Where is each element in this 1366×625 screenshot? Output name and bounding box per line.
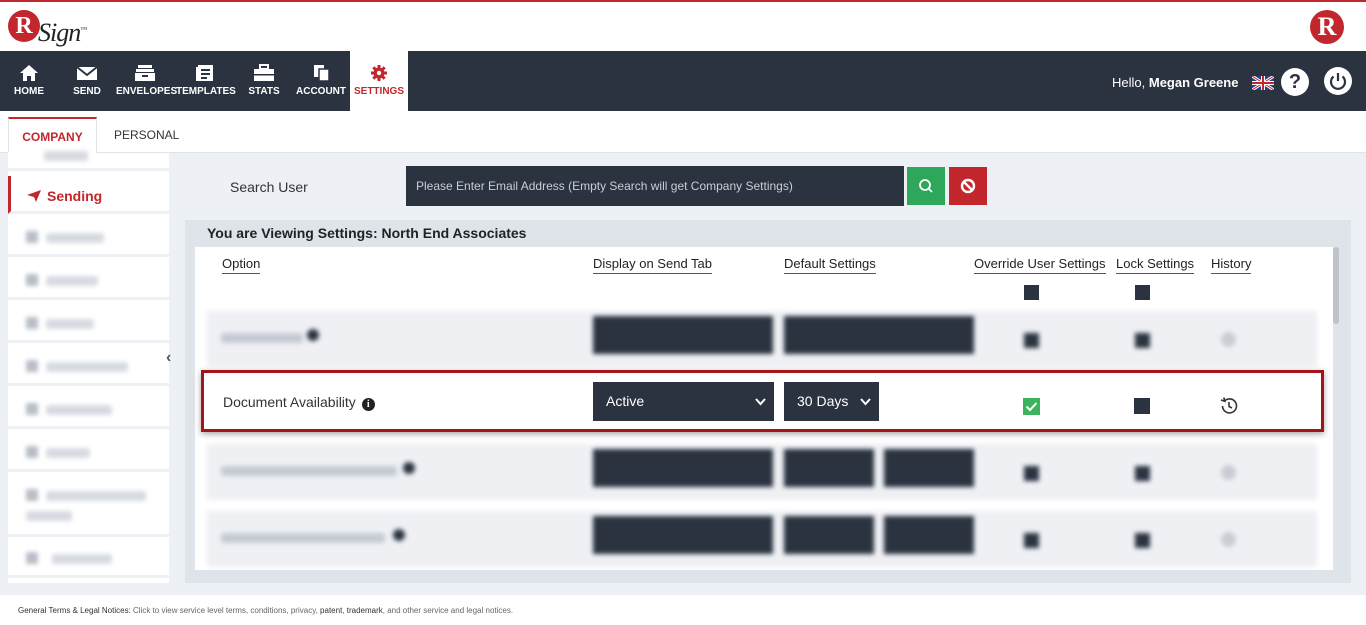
sidebar-item-blurred[interactable]: [8, 391, 169, 429]
nav-templates[interactable]: TEMPLATES: [176, 51, 236, 111]
paper-plane-icon: [27, 190, 41, 202]
briefcase-icon: [254, 64, 274, 81]
sidebar-item-blurred[interactable]: [8, 540, 169, 578]
home-icon: [20, 65, 38, 81]
table-scrollbar[interactable]: [1333, 247, 1339, 324]
table-row: [207, 311, 1317, 367]
nav-send-label: SEND: [73, 86, 101, 97]
default-settings-select[interactable]: 30 Days: [784, 382, 879, 421]
patent-link[interactable]: patent: [320, 606, 342, 615]
uk-flag-icon[interactable]: [1252, 76, 1274, 90]
settings-sidebar: Sending: [8, 151, 169, 583]
user-name: Megan Greene: [1148, 75, 1239, 90]
display-on-send-tab-select[interactable]: Active: [593, 382, 774, 421]
logo-tm: ™: [80, 25, 87, 34]
logout-button[interactable]: [1324, 67, 1352, 95]
nav-templates-label: TEMPLATES: [176, 86, 236, 97]
help-button[interactable]: ?: [1281, 68, 1309, 96]
option-label: Document Availability: [223, 394, 356, 410]
viewing-title: You are Viewing Settings: North End Asso…: [207, 225, 527, 241]
clear-search-button[interactable]: [949, 167, 987, 205]
search-button[interactable]: [907, 167, 945, 205]
rsign-logo[interactable]: R Sign™: [8, 8, 87, 50]
chevron-down-icon: [755, 398, 766, 406]
document-availability-row: Document Availability i Active 30 Days: [201, 370, 1324, 432]
document-icon: [196, 65, 213, 81]
lock-settings-checkbox[interactable]: [1134, 398, 1150, 414]
settings-tabs: COMPANY PERSONAL: [0, 111, 1366, 153]
table-row: [207, 444, 1317, 500]
nav-settings[interactable]: SETTINGS: [350, 51, 408, 111]
nav-stats-label: STATS: [248, 86, 280, 97]
footer-text: Click to view service level terms, condi…: [130, 606, 321, 615]
envelope-icon: [76, 66, 98, 80]
col-display-on-send-tab: Display on Send Tab: [593, 256, 713, 274]
nav-account[interactable]: ACCOUNT: [296, 51, 346, 111]
nav-envelopes[interactable]: ENVELOPES: [116, 51, 178, 111]
search-user-label: Search User: [230, 179, 308, 195]
sidebar-item-blurred[interactable]: [8, 133, 169, 171]
display-select-value: Active: [606, 393, 645, 409]
gear-icon: [371, 65, 387, 81]
sidebar-item-blurred[interactable]: [8, 305, 169, 343]
chevron-down-icon: [860, 398, 871, 406]
logo-badge: R: [8, 10, 40, 42]
sidebar-item-sending[interactable]: Sending: [8, 176, 169, 214]
footer-legal: General Terms & Legal Notices: Click to …: [18, 606, 514, 615]
search-email-input[interactable]: [406, 166, 904, 206]
footer-text-end: , and other service and legal notices.: [382, 606, 514, 615]
nav-home-label: HOME: [14, 86, 44, 97]
nav-settings-label: SETTINGS: [353, 86, 404, 97]
history-icon[interactable]: [1218, 395, 1240, 417]
ban-icon: [960, 178, 976, 194]
sidebar-item-label: Sending: [47, 188, 103, 204]
greeting: Hello, Megan Greene: [1112, 75, 1239, 90]
col-lock-settings: Lock Settings: [1116, 256, 1195, 274]
col-option: Option: [222, 256, 261, 274]
collapse-sidebar-icon[interactable]: ‹: [166, 349, 171, 367]
nav-stats[interactable]: STATS: [244, 51, 284, 111]
sidebar-item-blurred[interactable]: [8, 262, 169, 300]
col-history: History: [1211, 256, 1252, 274]
lock-all-checkbox[interactable]: [1135, 285, 1150, 300]
copy-icon: [314, 65, 330, 82]
sidebar-item-blurred[interactable]: [8, 348, 169, 386]
sidebar-item-blurred[interactable]: [8, 219, 169, 257]
checkmark-icon: [1025, 402, 1038, 412]
nav-home[interactable]: HOME: [8, 51, 50, 111]
main-nav: HOME SEND ENVELOPES TEMPLATES STATS ACCO…: [0, 51, 1366, 111]
footer-title: General Terms & Legal Notices:: [18, 606, 131, 615]
col-default-settings: Default Settings: [784, 256, 876, 274]
nav-account-label: ACCOUNT: [296, 86, 346, 97]
col-override-user-settings: Override User Settings: [974, 256, 1106, 274]
table-row: [207, 511, 1317, 567]
search-icon: [919, 179, 933, 193]
nav-envelopes-label: ENVELOPES: [116, 86, 178, 97]
top-bar: R Sign™ R: [0, 0, 1366, 51]
rpost-logo: R: [1310, 10, 1344, 44]
trademark-link[interactable]: trademark: [347, 606, 383, 615]
inbox-icon: [135, 65, 155, 81]
info-icon[interactable]: i: [361, 398, 375, 411]
sidebar-item-blurred[interactable]: [8, 477, 169, 537]
power-icon: [1329, 73, 1347, 90]
override-user-settings-checkbox[interactable]: [1023, 398, 1040, 415]
override-all-checkbox[interactable]: [1024, 285, 1039, 300]
sidebar-item-blurred[interactable]: [8, 434, 169, 472]
logo-script: Sign: [38, 18, 81, 47]
nav-send[interactable]: SEND: [66, 51, 108, 111]
default-select-value: 30 Days: [797, 393, 849, 409]
